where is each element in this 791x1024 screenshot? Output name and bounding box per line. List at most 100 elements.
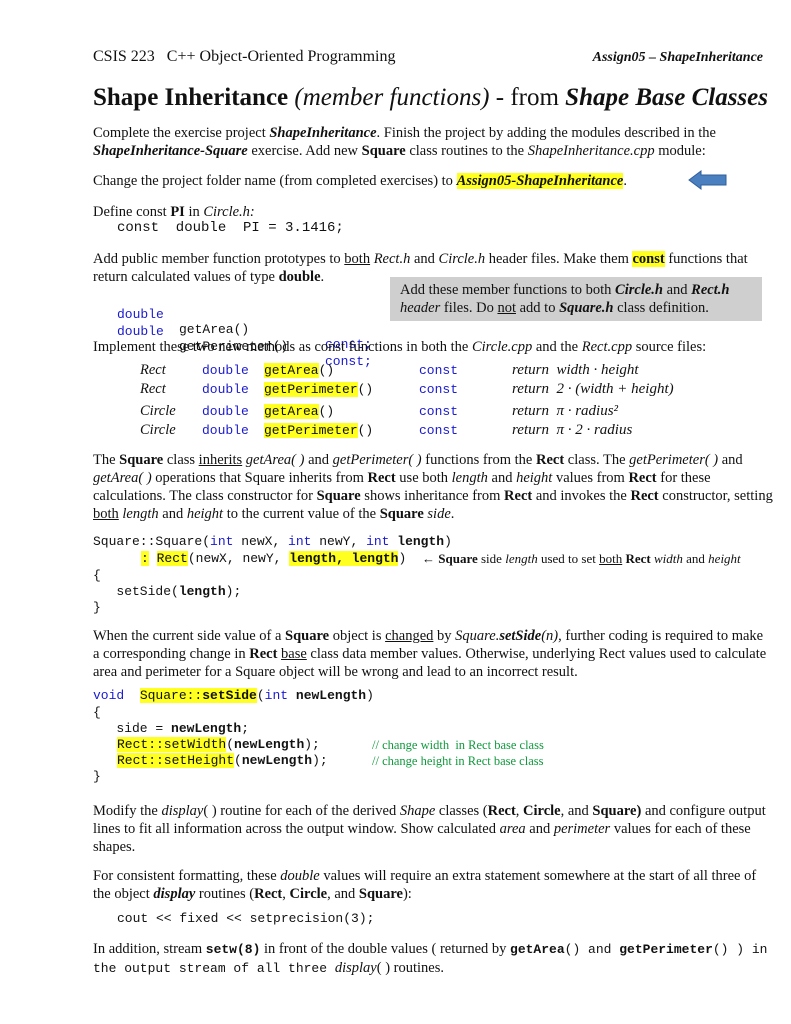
text: in [184,204,204,220]
text: length [451,470,488,486]
code-keyword: int [288,534,312,549]
text: both [93,506,119,522]
text: Modify the [93,803,162,819]
text: and [662,282,692,298]
text: values from [552,470,629,486]
text: files. Do [440,300,498,316]
code: setSide( [93,584,179,599]
arrow-left-icon [688,170,727,190]
text: routines ( [195,886,255,902]
page-header: CSIS 223 C++ Object-Oriented Programming… [93,48,763,68]
text: display [153,886,196,902]
title-from: - from [489,84,566,111]
text: not [497,300,516,316]
code: length [397,534,445,549]
text: classes ( [435,803,488,819]
class-name: Circle [140,403,176,419]
text: Circle [289,886,328,902]
code: ) [444,534,452,549]
text: and [525,821,554,837]
text: Rect [249,646,278,662]
pi-code: const double PI = 3.1416; [117,220,344,236]
class-name: Square [361,143,406,159]
code-keyword: int [264,688,289,703]
class-name: Rect [140,362,166,378]
text: changed [385,628,434,644]
parentheses: () [318,404,335,419]
text: functions from the [421,452,536,468]
class-name: Rect [140,381,166,397]
code: newLength [234,737,305,752]
text: length [122,506,159,522]
setside-line-3: side = newLength; [93,721,249,736]
text: double [280,868,320,884]
implement-paragraph: Implement these two new methods as const… [93,338,773,356]
text: and [158,506,187,522]
implementation-row: Circle double getArea() const return π · rad… [0,403,791,421]
text: Square [438,551,478,566]
inherits-paragraph: The Square class inherits getArea( ) and… [93,451,773,523]
text: ( ) routine for each of the derived [203,803,400,819]
text: . [450,506,455,522]
code-qualifier: const [419,404,459,419]
text: . Finish the project by adding the modul… [376,125,716,141]
formula: return 2 · (width + height) [512,381,674,397]
title-base: Shape Base Classes [565,84,768,111]
text: Rect [630,488,659,504]
file-name: Circle.cpp [471,339,533,355]
text: When the current side value of a [93,628,286,644]
text: both [599,551,623,566]
code: Rect [156,551,188,566]
assignment-title: Assign05 – ShapeInheritance [592,50,763,65]
ctor-line-1: Square::Square(int newX, int newY, int l… [93,534,452,549]
text: Complete the exercise project [93,125,270,141]
course-title: CSIS 223 C++ Object-Oriented Programming [93,48,396,65]
ctor-line-4: setSide(length); [93,584,241,599]
code-type: double [117,324,164,339]
function-name: getPerimeter [264,382,358,397]
text: In addition, stream [93,941,206,957]
code: () and [564,942,620,957]
text: header files. Make them [485,251,633,267]
code: Rect::setHeight [117,753,235,768]
code: (newX, newY, [187,551,290,566]
text: , and [560,803,593,819]
ctor-line-2: : Rect(newX, newY, length, length) [141,551,406,566]
text: and [304,452,333,468]
title-sub: (member functions) [294,84,490,111]
code-type: double [202,363,249,378]
text: (n) [541,628,559,644]
code [124,688,140,703]
text: and [487,470,517,486]
exercise-name: ShapeInheritance-Square [93,143,248,159]
setside-line-5: Rect::setHeight(newLength); [117,753,328,768]
text: in front of the double values ( returned… [260,941,511,957]
text: and invokes the [532,488,631,504]
setw-paragraph: In addition, stream setw(8) in front of … [93,940,773,978]
code-function: getArea() [179,322,250,337]
text: Change the project folder name (from com… [93,173,457,189]
code: ( [226,737,235,752]
text: ): [402,886,412,902]
text: Shape [399,803,436,819]
text: add to [515,300,560,316]
text: Rect [625,551,651,566]
text: constructor, setting [658,488,773,504]
text: , and [327,886,359,902]
text: side [477,551,506,566]
text: exercise. Add new [247,143,362,159]
code: length [178,584,226,599]
text: , [515,803,524,819]
implementation-row: Circle double getPerimeter() const return π … [0,422,791,440]
code-qualifier: const [419,382,459,397]
code: ) [398,551,407,566]
code: length, length [289,551,399,566]
code: newLength [171,721,242,736]
display-paragraph: Modify the display( ) routine for each o… [93,802,773,856]
ctor-line-3: { [93,568,101,583]
text: getArea( ) [93,470,152,486]
code: newLength [241,753,313,768]
text: side [427,506,451,522]
code: ; [241,721,250,736]
ctor-note: ← Square side length used to set both Re… [422,551,741,567]
